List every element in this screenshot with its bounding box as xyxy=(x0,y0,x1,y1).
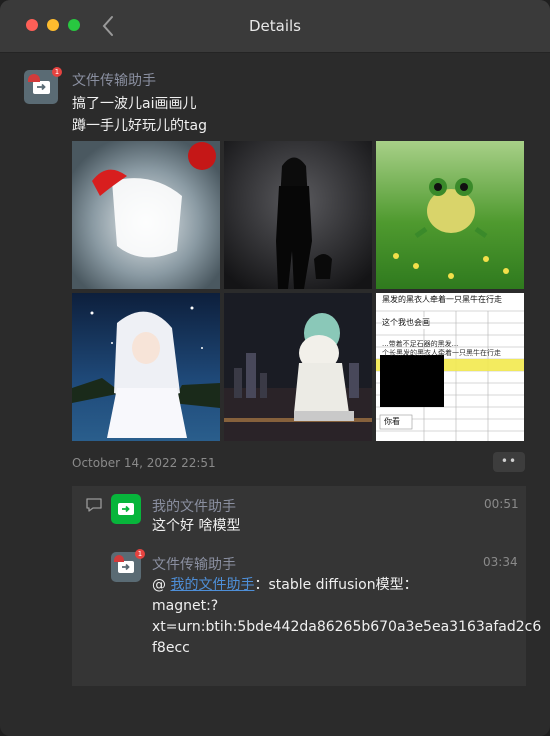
comments-section: 我的文件助手 00:51 这个好 啥模型 1 文件传输助手 03:34 @ 我的… xyxy=(72,486,542,686)
comment-time: 00:51 xyxy=(484,497,519,511)
thumb6-bottom: 你看 xyxy=(384,417,400,426)
post-text-line-1: 搞了一波儿ai画画儿 xyxy=(72,96,197,112)
more-button[interactable]: •• xyxy=(493,452,525,472)
post-sender-name[interactable]: 文件传输助手 xyxy=(72,70,156,90)
image-thumbnail[interactable]: 黑发的黑衣人牵着一只黑牛在行走 这个我也会画 ...带着不足石器的黑发... 个… xyxy=(376,293,524,441)
image-grid: 黑发的黑衣人牵着一只黑牛在行走 这个我也会画 ...带着不足石器的黑发... 个… xyxy=(72,141,524,441)
details-window: Details 1 文件传输助手 搞了一波儿ai画画儿 蹲一手儿好玩儿的tag xyxy=(0,0,550,736)
comment-text: 这个好 啥模型 xyxy=(152,518,241,534)
window-title: Details xyxy=(248,17,301,35)
mention-link[interactable]: 我的文件助手 xyxy=(170,577,254,593)
comment-text-line-4: f8ecc xyxy=(152,640,190,656)
comment-text-line-1: ：stable diffusion模型： xyxy=(254,577,418,593)
image-thumbnail[interactable] xyxy=(224,293,372,441)
thumb6-line3: 个长黑发的黑衣人牵着一只黑牛在行走 xyxy=(382,349,501,357)
comment-sender-name[interactable]: 我的文件助手 xyxy=(152,496,236,516)
title-bar: Details xyxy=(0,0,550,53)
comment-text-line-2: magnet:? xyxy=(152,598,219,614)
image-thumbnail[interactable] xyxy=(224,141,372,289)
post-text-line-2: 蹲一手儿好玩儿的tag xyxy=(72,118,207,134)
avatar[interactable]: 1 xyxy=(111,549,145,582)
avatar[interactable] xyxy=(111,494,141,524)
comment-time: 03:34 xyxy=(483,555,518,569)
comment-prefix: @ xyxy=(152,577,171,593)
comment-text-line-3: xt=urn:btih:5bde442da86265b670a3e5ea3163… xyxy=(152,619,542,635)
thumb6-header: 黑发的黑衣人牵着一只黑牛在行走 xyxy=(382,294,502,306)
avatar[interactable]: 1 xyxy=(24,67,62,104)
folder-transfer-icon xyxy=(118,503,134,515)
comment-icon xyxy=(86,498,102,512)
unread-badge: 1 xyxy=(52,67,62,77)
image-thumbnail[interactable] xyxy=(376,141,524,289)
image-thumbnail[interactable] xyxy=(72,141,220,289)
comment-text: @ 我的文件助手：stable diffusion模型： magnet:? xt… xyxy=(152,575,542,659)
thumb6-line1: 这个我也会画 xyxy=(382,317,430,329)
santa-hat-icon xyxy=(28,74,40,82)
unread-badge: 1 xyxy=(135,549,145,559)
santa-hat-icon xyxy=(114,555,124,562)
image-thumbnail[interactable] xyxy=(72,293,220,441)
post-timestamp: October 14, 2022 22:51 xyxy=(72,456,216,470)
comment-sender-name[interactable]: 文件传输助手 xyxy=(152,554,236,574)
